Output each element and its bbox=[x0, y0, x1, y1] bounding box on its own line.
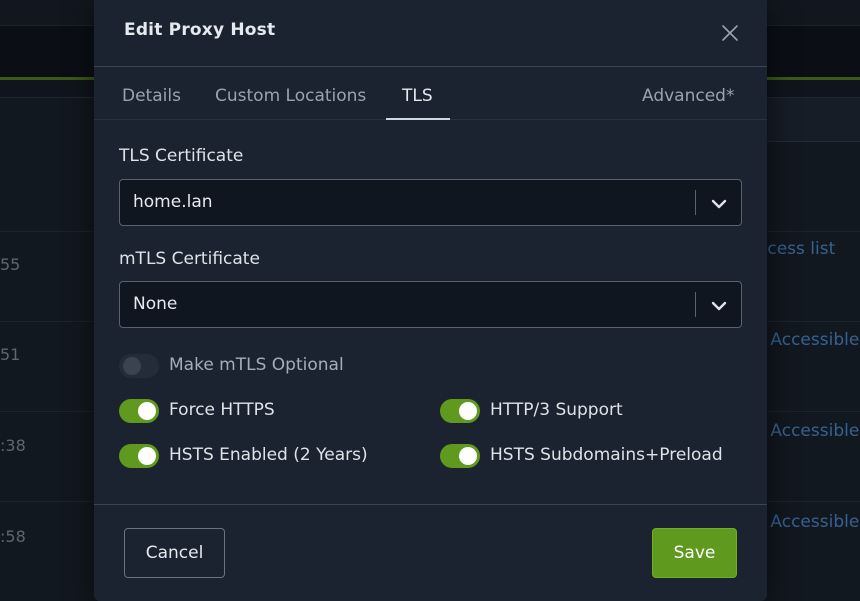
mtls-certificate-value: None bbox=[133, 294, 178, 314]
force-https-toggle-row[interactable]: Force HTTPS bbox=[119, 398, 319, 424]
http3-label: HTTP/3 Support bbox=[490, 400, 623, 420]
force-https-label: Force HTTPS bbox=[169, 400, 275, 420]
dialog-footer: Cancel Save bbox=[94, 504, 767, 601]
dialog-title: Edit Proxy Host bbox=[124, 20, 276, 40]
hsts-subdomains-label: HSTS Subdomains+Preload bbox=[490, 445, 723, 465]
hsts-enabled-label: HSTS Enabled (2 Years) bbox=[169, 445, 368, 465]
tls-certificate-value: home.lan bbox=[133, 192, 213, 212]
row-time: :58 bbox=[0, 527, 26, 546]
toggle-knob bbox=[138, 447, 156, 465]
dialog-header: Edit Proxy Host bbox=[94, 0, 767, 67]
hsts-enabled-toggle-row[interactable]: HSTS Enabled (2 Years) bbox=[119, 443, 399, 469]
hsts-enabled-toggle[interactable] bbox=[119, 444, 159, 468]
row-access: r Accessible bbox=[758, 512, 860, 532]
toggle-knob bbox=[138, 402, 156, 420]
tls-certificate-select[interactable]: home.lan bbox=[119, 179, 742, 226]
dialog-tabs: Details Custom Locations TLS Advanced* bbox=[94, 68, 767, 120]
active-tab-indicator bbox=[386, 118, 450, 120]
toggle-knob bbox=[123, 357, 141, 375]
force-https-toggle[interactable] bbox=[119, 399, 159, 423]
hsts-subdomains-toggle[interactable] bbox=[440, 444, 480, 468]
mtls-optional-toggle-row[interactable]: Make mTLS Optional bbox=[119, 353, 379, 379]
chevron-down-icon[interactable] bbox=[709, 194, 729, 214]
select-separator bbox=[695, 190, 696, 215]
mtls-optional-label: Make mTLS Optional bbox=[169, 355, 344, 375]
background-table-header bbox=[760, 98, 860, 142]
select-separator bbox=[695, 292, 696, 317]
hsts-subdomains-toggle-row[interactable]: HSTS Subdomains+Preload bbox=[440, 443, 740, 469]
save-button[interactable]: Save bbox=[652, 528, 737, 578]
http3-toggle[interactable] bbox=[440, 399, 480, 423]
edit-proxy-host-dialog: Edit Proxy Host Details Custom Locations… bbox=[94, 0, 767, 601]
mtls-certificate-select[interactable]: None bbox=[119, 281, 742, 328]
chevron-down-icon[interactable] bbox=[709, 296, 729, 316]
mtls-certificate-label: mTLS Certificate bbox=[119, 249, 260, 269]
cancel-button[interactable]: Cancel bbox=[124, 528, 225, 578]
tab-custom-locations[interactable]: Custom Locations bbox=[215, 86, 366, 106]
toggle-knob bbox=[459, 402, 477, 420]
mtls-optional-toggle[interactable] bbox=[119, 354, 159, 378]
http3-toggle-row[interactable]: HTTP/3 Support bbox=[440, 398, 660, 424]
tab-advanced[interactable]: Advanced* bbox=[642, 86, 734, 106]
tab-details[interactable]: Details bbox=[122, 86, 181, 106]
toggle-knob bbox=[459, 447, 477, 465]
close-icon[interactable] bbox=[718, 21, 742, 45]
tls-certificate-label: TLS Certificate bbox=[119, 146, 244, 166]
tab-tls[interactable]: TLS bbox=[402, 86, 433, 106]
